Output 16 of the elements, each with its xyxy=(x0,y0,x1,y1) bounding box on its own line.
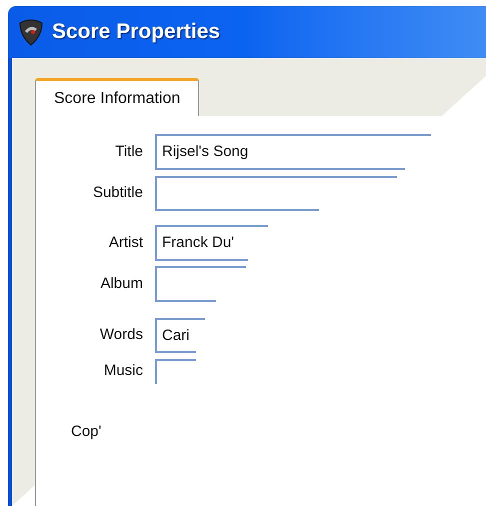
field-label: Subtitle xyxy=(92,183,144,204)
field-label: Artist xyxy=(108,232,144,253)
field-label: Cop' xyxy=(71,423,102,440)
field-label: Music xyxy=(102,361,144,382)
field-label: Title xyxy=(114,142,144,162)
field-label: Album xyxy=(99,274,144,294)
tab[interactable]: Score Information xyxy=(35,78,200,116)
field-label: Words xyxy=(98,325,144,346)
input-field[interactable] xyxy=(155,266,244,302)
input-field[interactable] xyxy=(155,176,395,211)
input-field[interactable]: Cari xyxy=(155,318,203,353)
input-field[interactable]: Franck Du' xyxy=(155,225,266,261)
input-field[interactable]: Rijsel's Song xyxy=(155,134,429,170)
guitar-pick-icon xyxy=(18,18,44,46)
input-field[interactable] xyxy=(155,359,194,384)
window-title: Score Properties xyxy=(52,19,220,46)
